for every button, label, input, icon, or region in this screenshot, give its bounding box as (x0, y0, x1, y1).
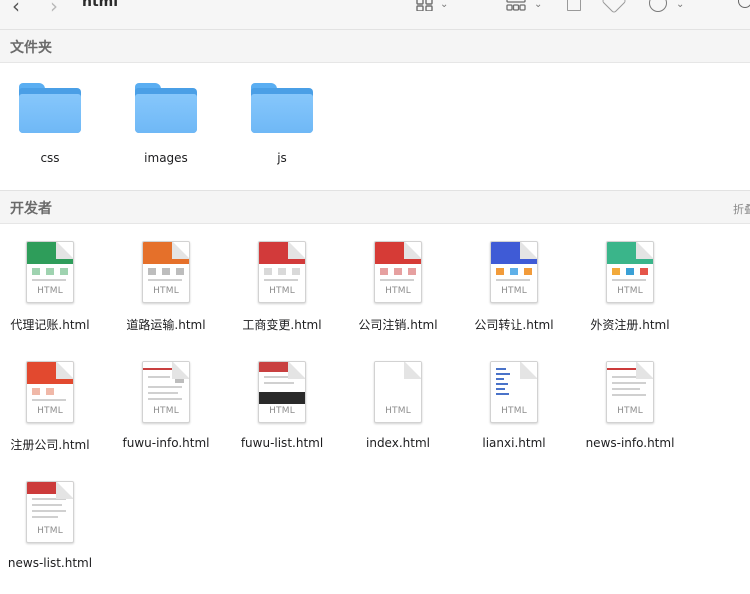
file-item[interactable]: HTML news-info.html (572, 361, 688, 450)
file-name: 道路运输.html (126, 318, 206, 332)
file-name: 公司转让.html (474, 318, 554, 332)
html-file-icon: HTML (142, 361, 190, 423)
html-badge: HTML (153, 406, 179, 416)
file-item[interactable]: HTML 公司注销.html (340, 241, 456, 333)
folder-icon (19, 83, 81, 135)
chevron-down-icon[interactable]: ⌄ (440, 0, 448, 10)
chevron-down-icon[interactable]: ⌄ (534, 0, 542, 10)
html-file-icon: HTML (258, 361, 306, 423)
file-name: 外资注册.html (590, 318, 670, 332)
html-badge: HTML (269, 286, 295, 296)
file-item[interactable]: HTML 道路运输.html (108, 241, 224, 333)
html-badge: HTML (37, 526, 63, 536)
chevron-down-icon[interactable]: ⌄ (676, 0, 684, 10)
html-file-icon: HTML (374, 361, 422, 423)
file-name: 代理记账.html (10, 318, 90, 332)
html-file-icon: HTML (606, 361, 654, 423)
html-badge: HTML (385, 406, 411, 416)
html-file-icon: HTML (490, 241, 538, 303)
collapse-button[interactable]: 折叠 (733, 201, 750, 217)
section-header-developer: 开发者 折叠 (0, 190, 750, 224)
folder-item-css[interactable]: css (0, 83, 108, 165)
section-title: 开发者 (10, 201, 52, 217)
file-item[interactable]: HTML 外资注册.html (572, 241, 688, 333)
file-name: 工商变更.html (242, 318, 322, 332)
folder-item-images[interactable]: images (108, 83, 224, 165)
file-item[interactable]: HTML 代理记账.html (0, 241, 108, 333)
file-name: lianxi.html (482, 436, 546, 450)
file-item[interactable]: HTML 工商变更.html (224, 241, 340, 333)
folder-icon (135, 83, 197, 135)
folder-name: css (40, 151, 60, 165)
html-file-icon: HTML (490, 361, 538, 423)
file-name: fuwu-list.html (240, 436, 324, 450)
html-badge: HTML (501, 406, 527, 416)
more-icon[interactable] (649, 0, 667, 12)
html-badge: HTML (385, 286, 411, 296)
html-file-icon: HTML (606, 241, 654, 303)
file-name: news-list.html (7, 556, 93, 570)
folder-name: js (277, 151, 287, 165)
html-badge: HTML (153, 286, 179, 296)
search-icon[interactable] (738, 0, 750, 8)
share-icon[interactable] (567, 0, 581, 11)
grid-view-icon[interactable] (416, 0, 434, 15)
file-item[interactable]: HTML fuwu-list.html (224, 361, 340, 450)
html-badge: HTML (617, 406, 643, 416)
folder-name: images (144, 151, 188, 165)
file-item[interactable]: HTML lianxi.html (456, 361, 572, 450)
html-file-icon: HTML (258, 241, 306, 303)
html-badge: HTML (37, 286, 63, 296)
section-title: 文件夹 (10, 40, 52, 56)
html-file-icon: HTML (26, 481, 74, 543)
tag-icon[interactable] (601, 0, 627, 14)
html-badge: HTML (617, 286, 643, 296)
file-item[interactable]: HTML index.html (340, 361, 456, 450)
html-badge: HTML (269, 406, 295, 416)
html-badge: HTML (37, 406, 63, 416)
html-badge: HTML (501, 286, 527, 296)
chevron-right-icon[interactable]: › (50, 0, 58, 18)
section-header-folders: 文件夹 (0, 29, 750, 63)
folder-icon (251, 83, 313, 135)
file-name: fuwu-info.html (122, 436, 210, 450)
file-name: 注册公司.html (10, 438, 90, 452)
file-name: index.html (366, 436, 430, 450)
group-icon[interactable] (506, 0, 526, 15)
html-file-icon: HTML (26, 241, 74, 303)
file-item[interactable]: HTML 注册公司.html (0, 361, 108, 453)
finder-toolbar: ‹ › html ⌄ ⌄ ⌄ (0, 0, 750, 30)
file-name: news-info.html (585, 436, 675, 450)
file-name: 公司注销.html (358, 318, 438, 332)
html-file-icon: HTML (142, 241, 190, 303)
html-file-icon: HTML (26, 361, 74, 423)
window-title: html (82, 0, 119, 10)
file-item[interactable]: HTML 公司转让.html (456, 241, 572, 333)
file-item[interactable]: HTML news-list.html (0, 481, 108, 570)
folder-item-js[interactable]: js (224, 83, 340, 165)
chevron-left-icon[interactable]: ‹ (12, 0, 20, 18)
file-item[interactable]: HTML fuwu-info.html (108, 361, 224, 450)
html-file-icon: HTML (374, 241, 422, 303)
